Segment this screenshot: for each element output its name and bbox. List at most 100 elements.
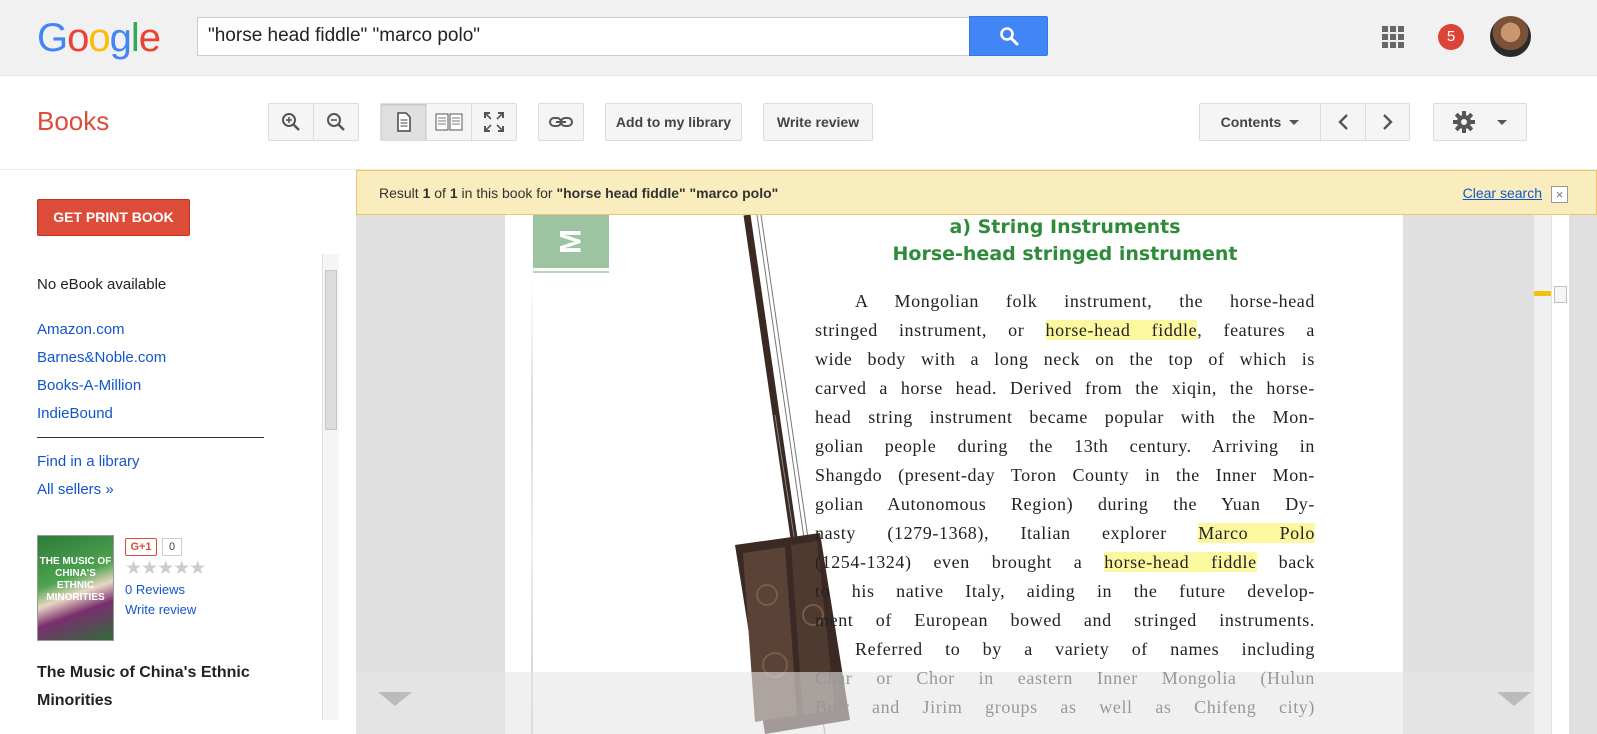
plus-one-count: 0 xyxy=(162,538,182,556)
zoom-in-icon xyxy=(282,113,300,131)
google-logo[interactable]: Google xyxy=(37,14,161,62)
fullscreen-icon xyxy=(484,112,504,132)
result-middle: in this book for xyxy=(457,185,557,201)
result-query: "horse head fiddle" "marco polo" xyxy=(556,185,779,201)
search-result-bar: Result 1 of 1 in this book for "horse he… xyxy=(356,170,1597,215)
find-in-library-link[interactable]: Find in a library xyxy=(37,453,140,470)
write-review-link[interactable]: Write review xyxy=(125,602,196,617)
text-line: head string instrument became popular wi… xyxy=(815,403,1315,432)
all-sellers-link[interactable]: All sellers » xyxy=(37,481,114,498)
seller-link-amazon[interactable]: Amazon.com xyxy=(37,321,125,338)
search-highlight: horse-head fiddle xyxy=(1045,320,1198,340)
search-icon xyxy=(999,27,1018,46)
settings-dropdown[interactable] xyxy=(1433,103,1527,141)
page-body-text: A Mongolian folk instrument, the horse-h… xyxy=(815,287,1315,722)
book-cover-text: THE MUSIC OF CHINA'S ETHNIC MINORITIES xyxy=(39,556,112,603)
text-line: stringed instrument, or horse-head fiddl… xyxy=(815,316,1315,345)
single-page-view-button[interactable] xyxy=(380,103,427,141)
logo-letter: g xyxy=(109,16,132,60)
divider xyxy=(37,437,264,438)
text-segment: head string instrument became popular wi… xyxy=(815,407,1315,427)
books-title[interactable]: Books xyxy=(37,106,109,137)
text-segment: , features a xyxy=(1197,320,1315,340)
text-segment: A Mongolian folk instrument, the horse-h… xyxy=(855,291,1315,311)
text-line: ment of European bowed and stringed inst… xyxy=(815,606,1315,635)
two-page-icon xyxy=(435,113,463,131)
avatar[interactable] xyxy=(1490,16,1531,57)
next-page-button[interactable] xyxy=(1365,103,1410,141)
top-bar: Google "horse head fiddle" "marco polo" … xyxy=(0,0,1597,76)
text-segment: (1254-1324) even brought a xyxy=(815,552,1105,572)
text-line: golian people during the 13th century. A… xyxy=(815,432,1315,461)
apps-grid-icon[interactable] xyxy=(1382,26,1404,48)
text-segment: nasty (1279-1368), Italian explorer xyxy=(815,523,1199,543)
text-line: A Mongolian folk instrument, the horse-h… xyxy=(815,287,1315,316)
scroll-down-arrow-icon[interactable] xyxy=(378,692,412,706)
scroll-down-arrow-icon[interactable] xyxy=(1497,692,1531,706)
subsection-heading: Horse-head stringed instrument xyxy=(892,243,1238,265)
seller-link-indiebound[interactable]: IndieBound xyxy=(37,405,113,422)
gear-icon xyxy=(1453,111,1475,133)
text-segment: stringed instrument, or xyxy=(815,320,1046,340)
previous-page-button[interactable] xyxy=(1320,103,1366,141)
sidebar-scrollbar[interactable] xyxy=(322,254,339,720)
caret-down-icon xyxy=(1497,119,1507,125)
text-segment: back xyxy=(1256,552,1315,572)
text-line: to his native Italy, aiding in the futur… xyxy=(815,577,1315,606)
add-to-library-button[interactable]: Add to my library xyxy=(605,103,742,141)
page-icon xyxy=(396,112,411,132)
reviews-link[interactable]: 0 Reviews xyxy=(125,582,185,597)
clear-search-link[interactable]: Clear search xyxy=(1463,185,1542,201)
chevron-left-icon xyxy=(1338,114,1348,130)
text-line: Referred to by a variety of names includ… xyxy=(815,635,1315,664)
text-line: wide body with a long neck on the top of… xyxy=(815,345,1315,374)
contents-dropdown[interactable]: Contents xyxy=(1199,103,1321,141)
get-print-book-button[interactable]: GET PRINT BOOK xyxy=(37,199,190,236)
text-segment: golian Autonomous Region) during the Yua… xyxy=(815,494,1315,514)
seller-link-barnes-noble[interactable]: Barnes&Noble.com xyxy=(37,349,166,366)
text-line: nasty (1279-1368), Italian explorer Marc… xyxy=(815,519,1315,548)
text-line: carved a horse head. Derived from the xi… xyxy=(815,374,1315,403)
result-of: of xyxy=(430,185,450,201)
text-segment: ment of European bowed and stringed inst… xyxy=(815,610,1315,630)
two-page-view-button[interactable] xyxy=(426,103,472,141)
book-page[interactable]: M a) String Instruments Horse-head strin… xyxy=(505,215,1403,734)
page-nav-overlay xyxy=(356,672,1534,734)
caret-down-icon xyxy=(1289,119,1300,125)
notifications-badge[interactable]: 5 xyxy=(1438,24,1464,50)
logo-letter: e xyxy=(138,16,161,60)
zoom-out-icon xyxy=(327,113,345,131)
contents-label: Contents xyxy=(1220,114,1282,130)
logo-letter: o xyxy=(88,16,110,60)
link-button[interactable] xyxy=(538,103,584,141)
zoom-in-button[interactable] xyxy=(268,103,314,141)
text-segment: wide body with a long neck on the top of… xyxy=(815,349,1315,369)
text-segment: golian people during the 13th century. A… xyxy=(815,436,1315,456)
write-review-button[interactable]: Write review xyxy=(763,103,873,141)
page-margin-line xyxy=(531,273,533,734)
text-segment: Referred to by a variety of names includ… xyxy=(855,639,1315,659)
close-icon[interactable]: × xyxy=(1551,186,1568,203)
book-title[interactable]: The Music of China's Ethnic Minorities xyxy=(37,659,297,715)
fullscreen-button[interactable] xyxy=(471,103,517,141)
rating-stars: ★★★★★ xyxy=(125,558,206,579)
seller-link-books-a-million[interactable]: Books-A-Million xyxy=(37,377,141,394)
logo-letter: o xyxy=(67,16,89,60)
scrollbar-thumb[interactable] xyxy=(325,270,337,430)
search-highlight: Marco Polo xyxy=(1198,523,1315,543)
chevron-right-icon xyxy=(1382,114,1393,130)
zoom-out-button[interactable] xyxy=(313,103,359,141)
result-prefix: Result xyxy=(379,185,423,201)
chapter-tab-letter: M xyxy=(554,229,587,254)
book-cover-image[interactable]: THE MUSIC OF CHINA'S ETHNIC MINORITIES xyxy=(37,535,114,641)
no-ebook-text: No eBook available xyxy=(37,276,167,293)
text-line: (1254-1324) even brought a horse-head fi… xyxy=(815,548,1315,577)
text-line: golian Autonomous Region) during the Yua… xyxy=(815,490,1315,519)
decorative-line xyxy=(533,271,609,273)
google-plus-one-button[interactable]: G+1 xyxy=(125,538,157,556)
search-hit-marker[interactable] xyxy=(1534,291,1551,296)
search-button[interactable] xyxy=(969,16,1048,56)
search-input[interactable]: "horse head fiddle" "marco polo" xyxy=(197,17,970,56)
scrollbar-thumb[interactable] xyxy=(1554,286,1567,303)
link-icon xyxy=(549,117,573,127)
